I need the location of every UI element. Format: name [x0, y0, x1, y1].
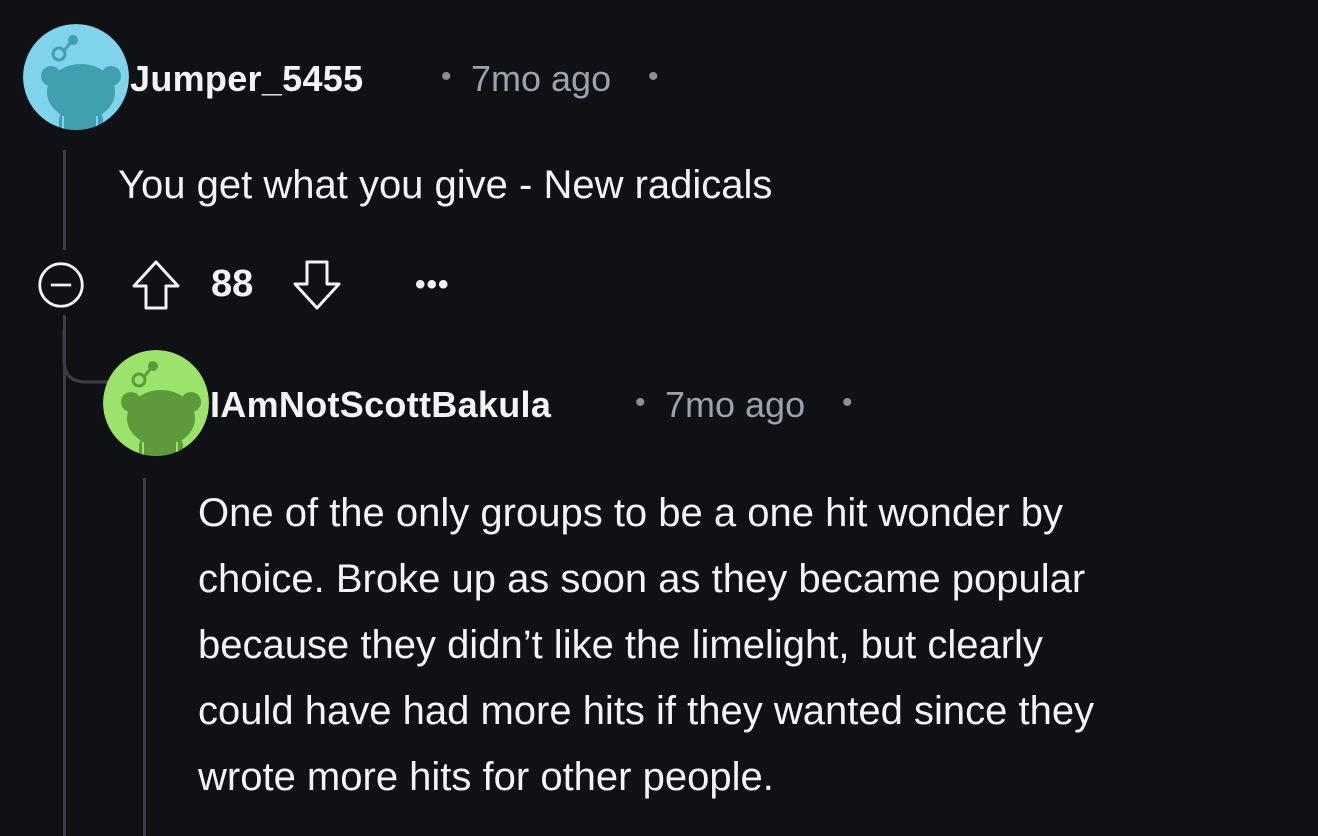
- username[interactable]: IAmNotScottBakula: [210, 384, 551, 426]
- thread-line-reply[interactable]: [143, 478, 146, 836]
- downvote-icon[interactable]: [291, 258, 343, 312]
- comment-line: choice. Broke up as soon as they became …: [198, 557, 1086, 601]
- comment-line: You get what you give - New radicals: [118, 163, 773, 207]
- collapse-icon[interactable]: [37, 261, 85, 309]
- thread-line-main-lower[interactable]: [63, 315, 66, 836]
- separator-dot: •: [441, 60, 452, 93]
- separator-dot: •: [648, 60, 659, 93]
- comment-line: could have had more hits if they wanted …: [198, 689, 1095, 733]
- thread-connector: [62, 330, 110, 384]
- avatar[interactable]: [23, 24, 129, 130]
- timestamp[interactable]: 7mo ago: [471, 58, 611, 100]
- upvote-icon[interactable]: [130, 258, 182, 312]
- timestamp[interactable]: 7mo ago: [665, 384, 805, 426]
- comment-body: You get what you give - New radicals: [118, 152, 772, 218]
- separator-dot: •: [842, 386, 853, 419]
- more-options-button[interactable]: •••: [415, 268, 450, 302]
- vote-count: 88: [211, 263, 254, 305]
- thread-line-main[interactable]: [63, 150, 66, 250]
- username[interactable]: Jumper_5455: [130, 58, 363, 100]
- avatar[interactable]: [103, 350, 209, 456]
- comment-line: wrote more hits for other people.: [198, 755, 774, 799]
- comment-line: because they didn’t like the limelight, …: [198, 623, 1043, 667]
- comment-body: One of the only groups to be a one hit w…: [198, 480, 1094, 810]
- separator-dot: •: [635, 386, 646, 419]
- comment-line: One of the only groups to be a one hit w…: [198, 491, 1064, 535]
